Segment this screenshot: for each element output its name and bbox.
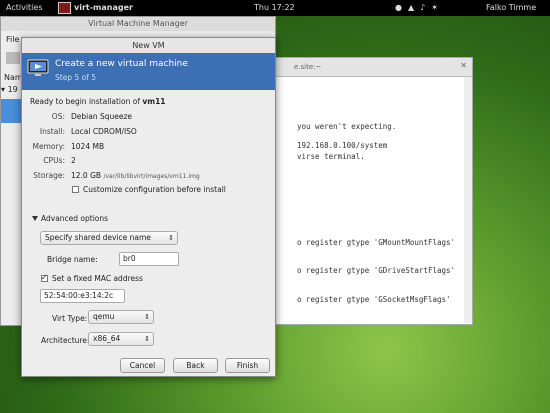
wizard-banner: Create a new virtual machine Step 5 of 5 [22,53,275,90]
customize-checkbox[interactable] [72,186,79,193]
terminal-line: virse terminal. [297,152,365,161]
fixed-mac-checkbox[interactable] [41,273,48,282]
terminal-scrollbar[interactable] [464,77,472,323]
activities-button[interactable]: Activities [6,3,43,12]
fixed-mac-label[interactable]: Set a fixed MAC address [52,274,143,283]
close-icon[interactable]: ✕ [460,61,467,70]
virt-type-select[interactable]: qemu ⇕ [88,310,154,324]
os-label: OS: [51,112,65,121]
architecture-label: Architecture: [41,336,90,345]
bridge-name-field[interactable]: br0 [119,252,179,266]
cpus-label: CPUs: [43,156,65,165]
banner-title: Create a new virtual machine [55,59,188,69]
terminal-window[interactable]: e.site:~ ✕ you weren't expecting. 192.16… [273,57,473,325]
architecture-value: x86_64 [93,334,121,343]
terminal-line: you weren't expecting. [297,122,397,131]
architecture-select[interactable]: x86_64 ⇕ [88,332,154,346]
top-bar: Activities virt-manager Thu 17:22 ●▲♪✶ F… [0,0,550,16]
user-menu[interactable]: Falko Timme [486,3,536,12]
host-row-label: 19 [7,85,18,94]
ready-text: Ready to begin installation of vm11 [30,97,166,106]
accessibility-icon[interactable]: ● [395,3,408,12]
vmm-title-text: Virtual Machine Manager [88,19,188,28]
terminal-line: o register gtype 'GMountMountFlags' [297,238,456,247]
virt-type-label: Virt Type: [52,314,88,323]
terminal-line: 192.168.0.100/system [297,141,388,150]
new-vm-icon[interactable] [6,52,20,64]
banner-step: Step 5 of 5 [55,73,97,82]
cpus-value: 2 [71,156,76,165]
monitor-icon [27,59,49,76]
memory-value: 1024 MB [71,142,105,151]
ready-label: Ready to begin installation of [30,97,140,106]
terminal-line: o register gtype 'GDriveStartFlags' [297,266,456,275]
updown-arrow-icon: ⇕ [144,335,150,343]
app-menu-label[interactable]: virt-manager [74,3,133,12]
new-vm-dialog: New VM Create a new virtual machine Step… [21,37,276,377]
bluetooth-icon[interactable]: ✶ [431,3,444,12]
expander-arrow-icon[interactable] [32,216,38,221]
network-device-select[interactable]: Specify shared device name ⇕ [40,231,178,245]
virt-type-value: qemu [93,312,115,321]
customize-label[interactable]: Customize configuration before install [83,185,226,194]
bridge-name-label: Bridge name: [47,255,98,264]
storage-path: /var/lib/libvirt/images/vm11.img [103,173,200,180]
back-button[interactable]: Back [173,358,218,373]
storage-value: 12.0 GB /var/lib/libvirt/images/vm11.img [71,171,200,180]
updown-arrow-icon: ⇕ [144,313,150,321]
mac-address-field[interactable]: 52:54:00:e3:14:2c [40,289,125,303]
memory-label: Memory: [32,142,65,151]
finish-button[interactable]: Finish [225,358,270,373]
dialog-title: New VM [132,41,165,50]
terminal-line: o register gtype 'GSocketMsgFlags' [297,295,451,304]
terminal-title: e.site:~ [294,63,322,71]
network-device-value: Specify shared device name [45,233,151,242]
volume-icon[interactable]: ♪ [420,3,431,12]
advanced-options-expander[interactable]: Advanced options [41,214,108,223]
cancel-button[interactable]: Cancel [120,358,165,373]
virt-manager-app-icon[interactable] [58,2,71,14]
menu-file[interactable]: File [6,35,19,44]
install-value: Local CDROM/ISO [71,127,137,136]
vmm-title: Virtual Machine Manager [1,17,275,31]
install-label: Install: [39,127,65,136]
storage-size: 12.0 GB [71,171,102,180]
host-row[interactable]: ▾ 19 [1,85,19,97]
dialog-titlebar[interactable]: New VM [22,38,275,54]
network-icon[interactable]: ▲ [408,3,420,12]
storage-label: Storage: [33,171,65,180]
clock[interactable]: Thu 17:22 [254,3,295,12]
vm-name: vm11 [142,97,166,106]
os-value: Debian Squeeze [71,112,133,121]
system-tray[interactable]: ●▲♪✶ [395,3,444,12]
terminal-titlebar[interactable]: e.site:~ ✕ [274,58,472,77]
updown-arrow-icon: ⇕ [168,234,174,242]
